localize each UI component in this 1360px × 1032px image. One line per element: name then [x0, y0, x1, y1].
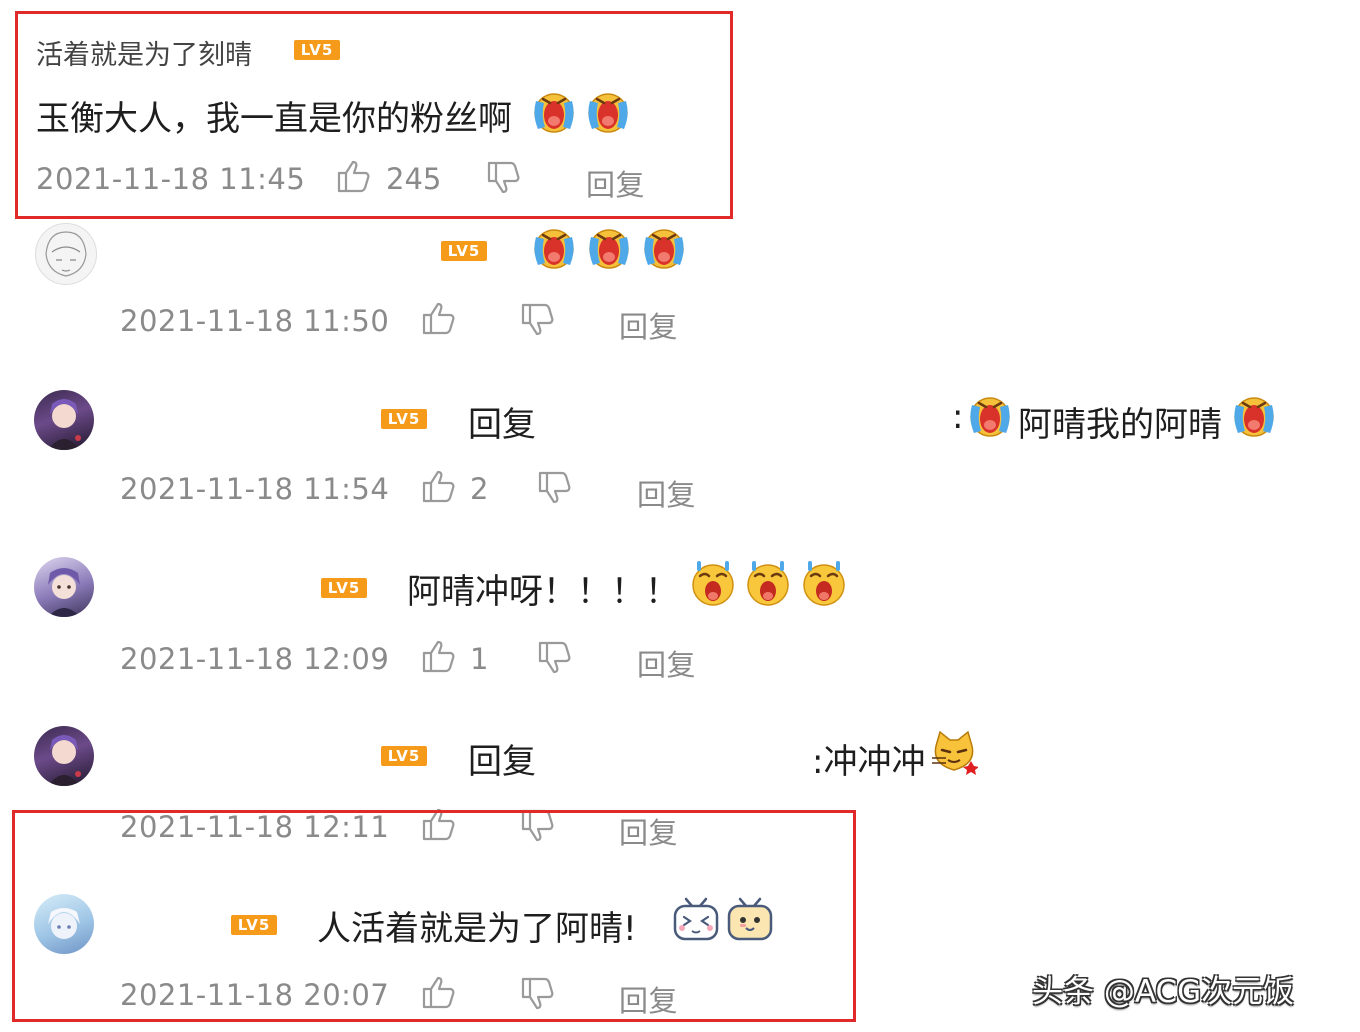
avatar[interactable]	[35, 223, 97, 285]
comment-text: 阿晴我的阿晴	[1018, 405, 1222, 445]
comment-time: 2021-11-18 11:45	[36, 162, 306, 196]
thumb-up-icon[interactable]	[421, 638, 457, 674]
avatar[interactable]	[34, 390, 94, 450]
reply-button[interactable]: 回复	[586, 162, 645, 204]
shocked-emoji-icon	[744, 559, 792, 607]
comment-time: 2021-11-18 11:50	[120, 304, 390, 338]
thumb-up-icon[interactable]	[336, 158, 372, 194]
reply-button[interactable]: 回复	[637, 642, 696, 684]
thumb-up-icon[interactable]	[421, 300, 457, 336]
cat-emoji-icon	[930, 728, 978, 776]
crying-emoji-icon	[530, 87, 578, 135]
crying-emoji-icon	[530, 223, 578, 271]
comment-time: 2021-11-18 11:54	[120, 472, 390, 506]
like-count: 1	[470, 642, 489, 676]
avatar[interactable]	[34, 557, 94, 617]
thumb-down-icon[interactable]	[520, 976, 556, 1012]
reply-button[interactable]: 回复	[637, 472, 696, 514]
comment-time: 2021-11-18 20:07	[120, 978, 390, 1012]
level-badge: LV5	[381, 409, 427, 429]
level-badge: LV5	[441, 241, 487, 261]
reply-button[interactable]: 回复	[619, 304, 678, 346]
bilibili-tv-emoji-icon	[672, 895, 720, 943]
crying-emoji-icon	[966, 391, 1014, 439]
avatar[interactable]	[34, 894, 94, 954]
thumb-down-icon[interactable]	[537, 470, 573, 506]
level-badge: LV5	[294, 40, 340, 60]
level-badge: LV5	[231, 915, 277, 935]
shocked-emoji-icon	[689, 559, 737, 607]
comment-time: 2021-11-18 12:09	[120, 642, 390, 676]
watermark: 头条 @ACG次元饭	[1032, 974, 1295, 1010]
comment-text: :冲冲冲	[812, 742, 926, 782]
thumb-down-icon[interactable]	[520, 302, 556, 338]
like-count: 2	[470, 472, 489, 506]
comment-text: 玉衡大人，我一直是你的粉丝啊	[36, 99, 512, 139]
reply-to-label[interactable]: 回复	[468, 734, 536, 783]
like-count: 245	[386, 162, 442, 196]
reply-button[interactable]: 回复	[619, 978, 678, 1020]
comment-text: 阿晴冲呀！！！！	[407, 572, 679, 612]
username[interactable]: 活着就是为了刻晴	[36, 33, 252, 72]
thumb-up-icon[interactable]	[421, 974, 457, 1010]
reply-to-label[interactable]: 回复	[468, 397, 536, 446]
thumb-down-icon[interactable]	[486, 160, 522, 196]
level-badge: LV5	[381, 746, 427, 766]
comment-colon: :	[952, 397, 964, 437]
crying-emoji-icon	[585, 223, 633, 271]
thumb-up-icon[interactable]	[421, 468, 457, 504]
crying-emoji-icon	[1230, 391, 1278, 439]
shocked-emoji-icon	[800, 559, 848, 607]
bilibili-tv-emoji-icon	[726, 895, 774, 943]
thumb-down-icon[interactable]	[537, 640, 573, 676]
level-badge: LV5	[321, 578, 367, 598]
crying-emoji-icon	[640, 223, 688, 271]
crying-emoji-icon	[584, 87, 632, 135]
comment-text: 人活着就是为了阿晴!	[317, 909, 637, 949]
avatar[interactable]	[34, 726, 94, 786]
